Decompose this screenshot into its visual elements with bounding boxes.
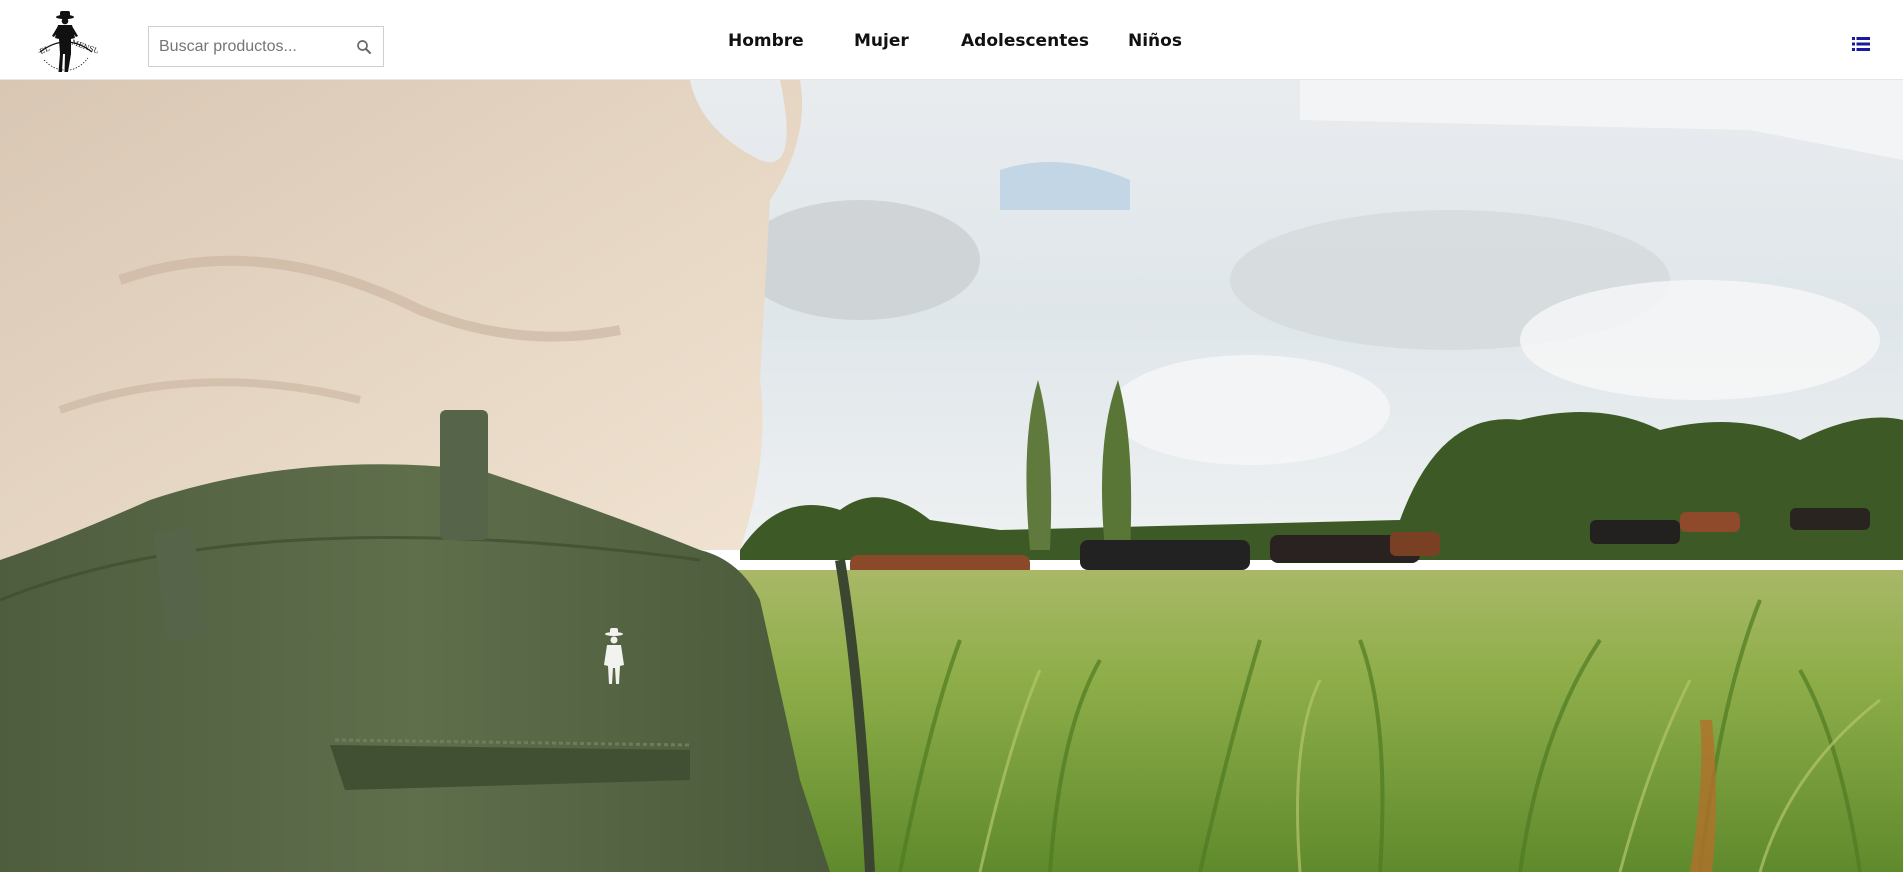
- hero-banner: [0, 80, 1903, 872]
- site-header: ·EL MENSUAL· Hombre Mujer Adolescentes N…: [0, 0, 1903, 80]
- hero-photo: [0, 80, 1903, 872]
- list-menu-icon[interactable]: [1852, 36, 1870, 52]
- nav-item-ninos[interactable]: Niños: [1128, 31, 1182, 51]
- main-nav: Hombre Mujer Adolescentes Niños: [0, 0, 1903, 80]
- nav-item-hombre[interactable]: Hombre: [728, 31, 804, 51]
- nav-item-adolescentes[interactable]: Adolescentes: [961, 31, 1089, 51]
- nav-item-mujer[interactable]: Mujer: [854, 31, 909, 51]
